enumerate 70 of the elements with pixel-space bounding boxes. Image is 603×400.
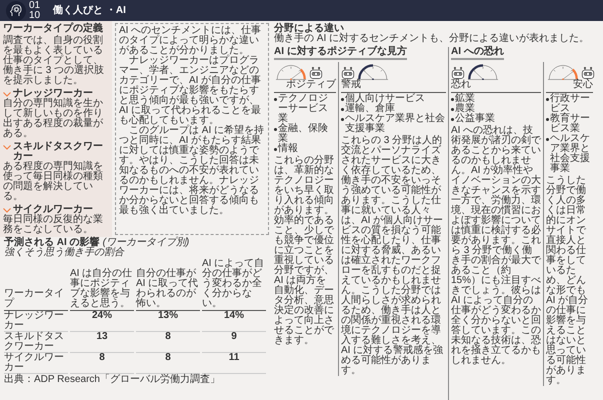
table-subtitle: 強くそう思う働き手の割合 [4, 248, 126, 258]
worker-type-name: サイクルワーカー [13, 205, 93, 215]
sector-name: ヘルスケア業界と社会支援事業 [550, 134, 591, 174]
sector-name: 金融、保険業 [278, 124, 329, 144]
sector-description: AI への恐れは、技術発展が諸刃の剣であることから来ているのかもしれません。AI が効率性やイノベーションの大きなチャンスを示す一方で、労働力、環境、現在の慣習におよぼす影響については慎重に検討する必要があります。これら 3 分野で働く働き手の割合が最大であること（約 15%）にも注目すべきでしょう。彼らは AI によって自分の仕事がどう変わるか全く分からないと回答しています。この未知なる技術は、恐れを掻き立てるかもしれません。 [451, 126, 541, 366]
sector-description: これらの 3 分野は人的交流とパーソナライズされたサービスに大きく依存しているため、働き手の不安をいっそう強めている可能性があります。こうした仕事に就いている人々は、AI が個人向けサービスの質を損なう可能性を心配したり、仕事に対する脅威、あるいは確立されたワークフローを乱すものだと捉えているかもしれません。こうした分野では人間らしさが求められるため、働き手は人との関係が重視される環境にテクノロジーを導入する難しさを考え、AI に対する警戒感を強める可能性があります。 [341, 136, 444, 376]
sector-name: 情報 [278, 144, 298, 154]
source-note: 出典：ADP Research「グローバル労働力調査」 [4, 375, 221, 385]
worker-type-description: 自分の専門知識を生かして新しいものを作り出すある程度の裁量がある。 [3, 99, 104, 139]
head-gear-icon [6, 0, 26, 20]
page-title: 働く人びと ・AI [53, 6, 126, 16]
gauge-drawing [274, 62, 308, 80]
gauge-drawing [466, 62, 500, 80]
group-heading: AI に対するポジティブな見方 [274, 47, 407, 60]
sector-description: こうした分野で働く人の多くは日常的にオンサイトで直接人と関わる仕事をしているため、どんな形でも AI が自分の仕事に影響を与えることはないと思っている可能性があります。 [546, 176, 590, 386]
table-cell: サイクルワーカー [4, 353, 68, 374]
table-cell: 24% [70, 311, 134, 332]
callout-paragraph: AI へのセンチメントには、仕事のタイプによって明らかな違いがあることが分かりました。 [119, 26, 262, 56]
sector-name: 鉱業 [455, 94, 475, 104]
sector-name: ヘルスケア業界と社会支援事業 [345, 114, 446, 134]
table-cell: ナレッジワーカー [4, 311, 68, 332]
table-title-note: (ワーカータイプ別) [102, 238, 190, 248]
section-subtitle: 働き手の AI に対するセンチメントも、分野による違いが表れました。 [274, 34, 590, 44]
sector-name: 運輸、倉庫 [345, 104, 395, 114]
gauge-label: ポジティブ [286, 80, 336, 90]
gauge-label: 警戒 [341, 80, 361, 90]
definitions-title: ワーカータイプの定義 [3, 24, 104, 34]
chevron-down-icon [3, 208, 11, 213]
chevron-down-icon [3, 92, 11, 97]
table-cell: 8 [136, 332, 200, 353]
table-cell: 8 [136, 353, 200, 374]
gauge-label: 恐れ [451, 80, 471, 90]
sector-name: 農業 [455, 104, 475, 114]
callout-paragraph: ナレッジワーカーはプログラマー、学者、エンジニアなどのカテゴリーで、AI が自分の仕事にポジティブな影響をもたらすと思う傾向が最も強いですが、AI に取って代わられることを最も心配してもいます。 [119, 56, 262, 126]
worker-type-description: 毎日同様の反復的な業務をこなしている。 [3, 215, 104, 235]
robot-icon [341, 67, 355, 80]
gauge-drawing [356, 62, 390, 80]
table-cell: 13% [136, 311, 200, 332]
sector-name: 公益事業 [455, 114, 495, 124]
table-cell: 9 [202, 332, 266, 353]
table-cell: 8 [70, 353, 134, 374]
column-header: AI は自分の仕事にポジティブな影響を与えると思う。 [70, 259, 134, 311]
worker-type-name: ナレッジワーカー [13, 89, 93, 99]
sector-name: 個人向けサービス [345, 94, 425, 104]
robot-icon [581, 67, 595, 80]
robot-icon [451, 67, 465, 80]
table-title: 予測される AI の影響 [4, 238, 100, 248]
section-title: 分野による違い [274, 24, 344, 34]
column-header: ワーカータイプ [4, 259, 68, 311]
callout-paragraph: このグループは AI に希望を持つと同時に、AI がもたらす結果に対しては慎重な姿勢のようです。やはり、こうした回答は未知なるものへの不安が表れているのかもしれません。ナレッジワーカーには、将来がどうなるか分からないと回答する傾向も最も強く出ていました。 [119, 126, 265, 216]
table-cell: 14% [202, 311, 266, 332]
sector-name: 行政サービス [550, 94, 591, 114]
logo-label: 10 [29, 10, 40, 20]
chevron-down-icon [3, 145, 11, 150]
robot-icon [309, 67, 323, 80]
sector-name: 教育サービス業 [550, 114, 591, 134]
gauge-drawing [546, 62, 580, 80]
table-cell: スキルドタスクワーカー [4, 332, 68, 353]
column-header: AI によって自分の仕事がどう変わるか全く分からない。 [202, 259, 266, 311]
logo-label: 01 [29, 0, 40, 10]
sector-description: これらの分野は、革新的なテクノロジーをいち早く取り入れる傾向があります。効率的であること、少しでも競争で優位に立つことを重視している分野ですが、AI は両方を自動化、データ分析、意思決定の改善によって向上させることができます。 [274, 156, 335, 346]
worker-type-name: スキルドタスクワーカー [13, 142, 104, 162]
group-heading: AI への恐れ [451, 47, 504, 60]
table-cell: 13 [70, 332, 134, 353]
column-header: 自分の仕事が AI に取って代わられるのが怖い。 [136, 259, 200, 311]
definitions-intro: 調査では、自身の役割を最もよく表している仕事のタイプとして、働き手に 3 つの選択肢を提示しました。 [3, 36, 106, 86]
table-cell: 11 [202, 353, 266, 374]
gauge-label: 安心 [573, 80, 593, 90]
sector-name: テクノロジーサービス業 [278, 94, 329, 124]
worker-type-description: ある程度の専門知識を使って毎日同様の種類の問題を解決している。 [3, 162, 104, 202]
